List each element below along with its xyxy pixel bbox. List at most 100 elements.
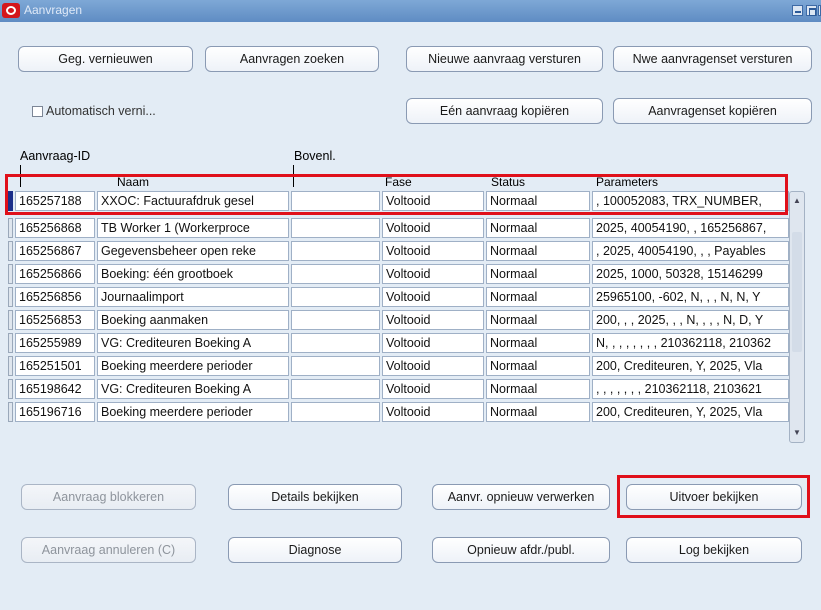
cell-name[interactable]: Boeking meerdere perioder	[97, 356, 289, 376]
hold-request-button[interactable]: Aanvraag blokkeren	[21, 484, 196, 510]
cell-name[interactable]: VG: Crediteuren Boeking A	[97, 333, 289, 353]
cell-parameters[interactable]: 25965100, -602, N, , , N, N, Y	[592, 287, 789, 307]
resubmit-request-button[interactable]: Aanvr. opnieuw verwerken	[432, 484, 610, 510]
cell-name[interactable]: Gegevensbeheer open reke	[97, 241, 289, 261]
row-selector[interactable]	[8, 264, 13, 284]
cell-status[interactable]: Normaal	[486, 264, 590, 284]
cell-status[interactable]: Normaal	[486, 241, 590, 261]
cell-request-id[interactable]: 165256867	[15, 241, 95, 261]
scrollbar-thumb[interactable]	[792, 232, 802, 352]
table-scrollbar[interactable]: ▲ ▼	[789, 191, 805, 443]
cell-parameters[interactable]: 2025, 1000, 50328, 15146299	[592, 264, 789, 284]
cell-phase[interactable]: Voltooid	[382, 402, 484, 422]
cell-request-id[interactable]: 165255989	[15, 333, 95, 353]
copy-request-set-button[interactable]: Aanvragenset kopiëren	[613, 98, 812, 124]
view-details-button[interactable]: Details bekijken	[228, 484, 402, 510]
table-row[interactable]: 165196716 Boeking meerdere perioder Volt…	[8, 401, 789, 424]
cell-status[interactable]: Normaal	[486, 310, 590, 330]
cell-parameters[interactable]: 2025, 40054190, , 165256867,	[592, 218, 789, 238]
submit-new-request-button[interactable]: Nieuwe aanvraag versturen	[406, 46, 603, 72]
row-selector[interactable]	[8, 333, 13, 353]
cell-phase[interactable]: Voltooid	[382, 264, 484, 284]
cell-name[interactable]: Boeking aanmaken	[97, 310, 289, 330]
cell-parent[interactable]	[291, 379, 380, 399]
cell-name[interactable]: Journaalimport	[97, 287, 289, 307]
cell-parent[interactable]	[291, 241, 380, 261]
cell-phase[interactable]: Voltooid	[382, 333, 484, 353]
cell-phase[interactable]: Voltooid	[382, 310, 484, 330]
table-row[interactable]: 165251501 Boeking meerdere perioder Volt…	[8, 355, 789, 378]
oracle-logo-icon	[2, 3, 20, 18]
cell-parameters[interactable]: , , , , , , , 210362118, 2103621	[592, 379, 789, 399]
cell-parent[interactable]	[291, 402, 380, 422]
submit-request-set-button[interactable]: Nwe aanvragenset versturen	[613, 46, 812, 72]
cell-name[interactable]: Boeking meerdere perioder	[97, 402, 289, 422]
minimize-icon[interactable]	[792, 5, 803, 16]
diagnose-button[interactable]: Diagnose	[228, 537, 402, 563]
maximize-icon[interactable]	[806, 5, 817, 16]
column-header-parent: Bovenl.	[294, 149, 336, 163]
cell-parameters[interactable]: 200, , , 2025, , , N, , , , N, D, Y	[592, 310, 789, 330]
cell-status[interactable]: Normaal	[486, 402, 590, 422]
cell-status[interactable]: Normaal	[486, 287, 590, 307]
cell-phase[interactable]: Voltooid	[382, 241, 484, 261]
refresh-data-button[interactable]: Geg. vernieuwen	[18, 46, 193, 72]
table-row[interactable]: 165256866 Boeking: één grootboek Voltooi…	[8, 263, 789, 286]
view-log-button[interactable]: Log bekijken	[626, 537, 802, 563]
cell-name[interactable]: TB Worker 1 (Workerproce	[97, 218, 289, 238]
cell-status[interactable]: Normaal	[486, 356, 590, 376]
cell-name[interactable]: VG: Crediteuren Boeking A	[97, 379, 289, 399]
cell-parent[interactable]	[291, 218, 380, 238]
row-selector[interactable]	[8, 241, 13, 261]
cell-parent[interactable]	[291, 310, 380, 330]
row-selector[interactable]	[8, 310, 13, 330]
cell-parameters[interactable]: , 2025, 40054190, , , Payables	[592, 241, 789, 261]
cell-parameters[interactable]: 200, Crediteuren, Y, 2025, Vla	[592, 356, 789, 376]
row-selector[interactable]	[8, 402, 13, 422]
row-selector[interactable]	[8, 287, 13, 307]
scroll-down-icon[interactable]: ▼	[791, 426, 803, 440]
row-selector[interactable]	[8, 356, 13, 376]
cell-parameters[interactable]: 200, Crediteuren, Y, 2025, Vla	[592, 402, 789, 422]
cell-request-id[interactable]: 165198642	[15, 379, 95, 399]
table-row[interactable]: 165256856 Journaalimport Voltooid Normaa…	[8, 286, 789, 309]
auto-refresh-checkbox[interactable]	[32, 106, 43, 117]
cell-request-id[interactable]: 165256866	[15, 264, 95, 284]
cell-phase[interactable]: Voltooid	[382, 287, 484, 307]
table-row[interactable]: 165256853 Boeking aanmaken Voltooid Norm…	[8, 309, 789, 332]
cancel-request-button[interactable]: Aanvraag annuleren (C)	[21, 537, 196, 563]
window-titlebar: Aanvragen	[0, 0, 821, 22]
cell-parent[interactable]	[291, 287, 380, 307]
cell-request-id[interactable]: 165196716	[15, 402, 95, 422]
cell-phase[interactable]: Voltooid	[382, 379, 484, 399]
cell-request-id[interactable]: 165256868	[15, 218, 95, 238]
republish-button[interactable]: Opnieuw afdr./publ.	[432, 537, 610, 563]
row-selector[interactable]	[8, 218, 13, 238]
cell-phase[interactable]: Voltooid	[382, 218, 484, 238]
cell-request-id[interactable]: 165256856	[15, 287, 95, 307]
cell-request-id[interactable]: 165251501	[15, 356, 95, 376]
cell-name[interactable]: Boeking: één grootboek	[97, 264, 289, 284]
find-requests-button[interactable]: Aanvragen zoeken	[205, 46, 379, 72]
cell-phase[interactable]: Voltooid	[382, 356, 484, 376]
cell-request-id[interactable]: 165256853	[15, 310, 95, 330]
table-row[interactable]: 165256868 TB Worker 1 (Workerproce Volto…	[8, 217, 789, 240]
auto-refresh-label: Automatisch verni...	[46, 104, 156, 118]
cell-status[interactable]: Normaal	[486, 333, 590, 353]
table-row[interactable]: 165255989 VG: Crediteuren Boeking A Volt…	[8, 332, 789, 355]
table-row[interactable]: 165256867 Gegevensbeheer open reke Volto…	[8, 240, 789, 263]
cell-parent[interactable]	[291, 356, 380, 376]
table-row[interactable]: 165198642 VG: Crediteuren Boeking A Volt…	[8, 378, 789, 401]
row-selector[interactable]	[8, 379, 13, 399]
cell-status[interactable]: Normaal	[486, 379, 590, 399]
view-output-highlight	[617, 475, 810, 518]
cell-parent[interactable]	[291, 333, 380, 353]
cell-status[interactable]: Normaal	[486, 218, 590, 238]
scroll-up-icon[interactable]: ▲	[791, 194, 803, 208]
window-title: Aanvragen	[24, 3, 83, 17]
cell-parameters[interactable]: N, , , , , , , , 210362118, 210362	[592, 333, 789, 353]
selected-row-highlight	[5, 174, 788, 215]
column-header-request-id: Aanvraag-ID	[20, 149, 91, 163]
cell-parent[interactable]	[291, 264, 380, 284]
copy-single-request-button[interactable]: Eén aanvraag kopiëren	[406, 98, 603, 124]
